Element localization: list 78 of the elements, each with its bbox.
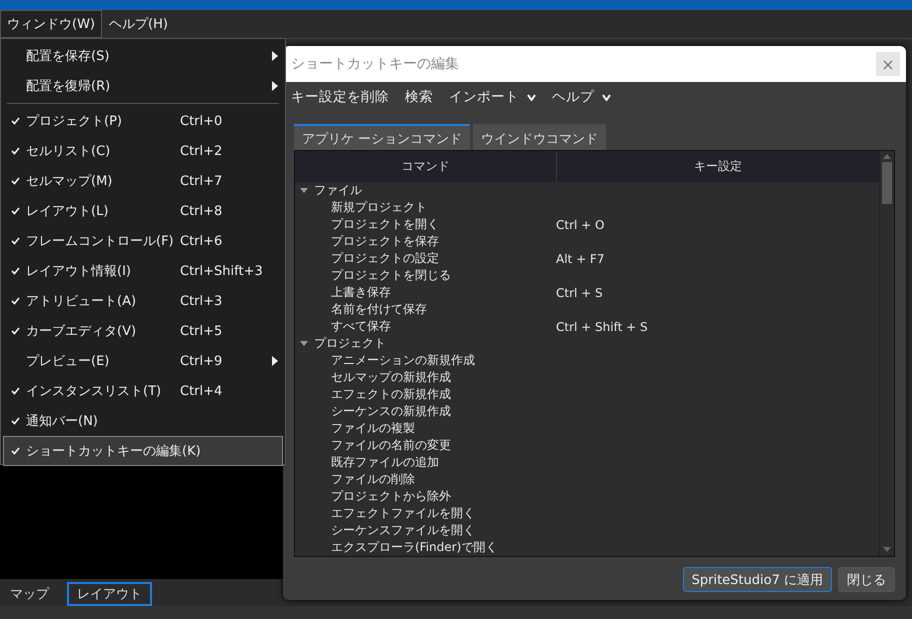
- command-cell[interactable]: シーケンスファイルを開く: [331, 523, 475, 537]
- scroll-up-icon[interactable]: [883, 154, 891, 160]
- scroll-down-icon[interactable]: [883, 547, 891, 553]
- command-cell[interactable]: プロジェクトを開く: [331, 217, 439, 231]
- command-cell[interactable]: エフェクトファイルを開く: [331, 506, 475, 520]
- command-cell[interactable]: プロジェクトの設定: [331, 251, 439, 265]
- menu-option[interactable]: カーブエディタ(V) Ctrl+5: [3, 316, 283, 346]
- scrollbar[interactable]: [879, 151, 894, 556]
- expand-arrow-icon[interactable]: [300, 340, 308, 346]
- command-cell[interactable]: ファイルの名前の変更: [331, 438, 451, 452]
- chevron-down-icon: [602, 94, 611, 100]
- command-cell[interactable]: エフェクトの新規作成: [331, 387, 451, 401]
- command-cell[interactable]: プロジェクトから除外: [331, 489, 451, 503]
- key-cell: Ctrl + S: [556, 286, 603, 300]
- tab[interactable]: ウインドウコマンド: [473, 124, 606, 150]
- command-cell[interactable]: プロジェクトを保存: [331, 234, 439, 248]
- checkmark-icon: [10, 447, 20, 455]
- menu-option[interactable]: ショートカットキーの編集(K): [3, 436, 283, 466]
- checkmark-icon: [10, 297, 20, 305]
- key-cell: Ctrl + O: [556, 218, 604, 232]
- panel-tab[interactable]: マップ: [0, 582, 59, 606]
- command-cell[interactable]: エクスプローラ(Finder)で開く: [331, 540, 498, 554]
- chevron-down-icon: [527, 94, 536, 100]
- command-cell[interactable]: 上書き保存: [331, 285, 391, 299]
- dialog-button[interactable]: 閉じる: [838, 567, 895, 592]
- submenu-arrow-icon: [272, 356, 278, 366]
- checkmark-icon: [10, 177, 20, 185]
- key-cell: Alt + F7: [556, 252, 604, 266]
- command-cell[interactable]: ファイルの削除: [331, 472, 415, 486]
- checkmark-icon: [10, 207, 20, 215]
- tab[interactable]: アプリケ ーションコマンド: [294, 124, 470, 150]
- command-cell[interactable]: シーケンスの新規作成: [331, 404, 451, 418]
- menu-item[interactable]: ウィンドウ(W): [0, 10, 102, 38]
- checkmark-icon: [10, 327, 20, 335]
- toolbar-menu[interactable]: 検索: [405, 88, 433, 106]
- checkmark-icon: [10, 147, 20, 155]
- menu-option[interactable]: プロジェクト(P) Ctrl+0: [3, 106, 283, 136]
- menu-option[interactable]: 通知バー(N): [3, 406, 283, 436]
- menu-option[interactable]: インスタンスリスト(T) Ctrl+4: [3, 376, 283, 406]
- checkmark-icon: [10, 387, 20, 395]
- checkmark-icon: [10, 237, 20, 245]
- dialog-title: ショートカットキーの編集: [291, 55, 459, 73]
- panel-tab[interactable]: レイアウト: [67, 582, 152, 606]
- key-cell: Ctrl + Shift + S: [556, 320, 648, 334]
- command-cell[interactable]: アニメーションの新規作成: [331, 353, 475, 367]
- menu-option[interactable]: フレームコントロール(F) Ctrl+6: [3, 226, 283, 256]
- command-cell[interactable]: 新規プロジェクト: [331, 200, 427, 214]
- toolbar-menu[interactable]: インポート: [449, 88, 536, 106]
- checkmark-icon: [10, 117, 20, 125]
- column-header[interactable]: キー設定: [557, 151, 879, 182]
- column-header[interactable]: コマンド: [295, 151, 557, 182]
- command-cell[interactable]: セルマップの新規作成: [331, 370, 451, 384]
- menu-item[interactable]: ヘルプ(H): [102, 10, 175, 38]
- close-button[interactable]: ×: [876, 52, 900, 76]
- command-cell[interactable]: 既存ファイルの追加: [331, 455, 439, 469]
- submenu-arrow-icon: [272, 51, 278, 61]
- menu-option[interactable]: プレビュー(E) Ctrl+9: [3, 346, 283, 376]
- submenu-arrow-icon: [272, 81, 278, 91]
- checkmark-icon: [10, 417, 20, 425]
- menu-option[interactable]: レイアウト(L) Ctrl+8: [3, 196, 283, 226]
- checkmark-icon: [10, 267, 20, 275]
- menu-option[interactable]: セルマップ(M) Ctrl+7: [3, 166, 283, 196]
- menu-option[interactable]: レイアウト情報(I) Ctrl+Shift+3: [3, 256, 283, 286]
- expand-arrow-icon[interactable]: [300, 188, 308, 194]
- command-cell[interactable]: 名前を付けて保存: [331, 302, 427, 316]
- command-cell[interactable]: プロジェクトを閉じる: [331, 268, 451, 282]
- toolbar-menu[interactable]: キー設定を削除: [291, 88, 389, 106]
- menu-option[interactable]: 配置を復帰(R): [3, 71, 283, 101]
- menu-option[interactable]: アトリビュート(A) Ctrl+3: [3, 286, 283, 316]
- tree-category[interactable]: ファイル: [314, 182, 362, 199]
- menu-option[interactable]: セルリスト(C) Ctrl+2: [3, 136, 283, 166]
- toolbar-menu[interactable]: ヘルプ: [552, 88, 611, 106]
- command-cell[interactable]: すべて保存: [331, 319, 391, 333]
- dialog-button[interactable]: SpriteStudio7 に適用: [682, 567, 832, 592]
- menu-option[interactable]: 配置を保存(S): [3, 41, 283, 71]
- command-cell[interactable]: ファイルの複製: [331, 421, 415, 435]
- tree-category[interactable]: プロジェクト: [314, 335, 386, 352]
- scrollbar-thumb[interactable]: [882, 162, 892, 204]
